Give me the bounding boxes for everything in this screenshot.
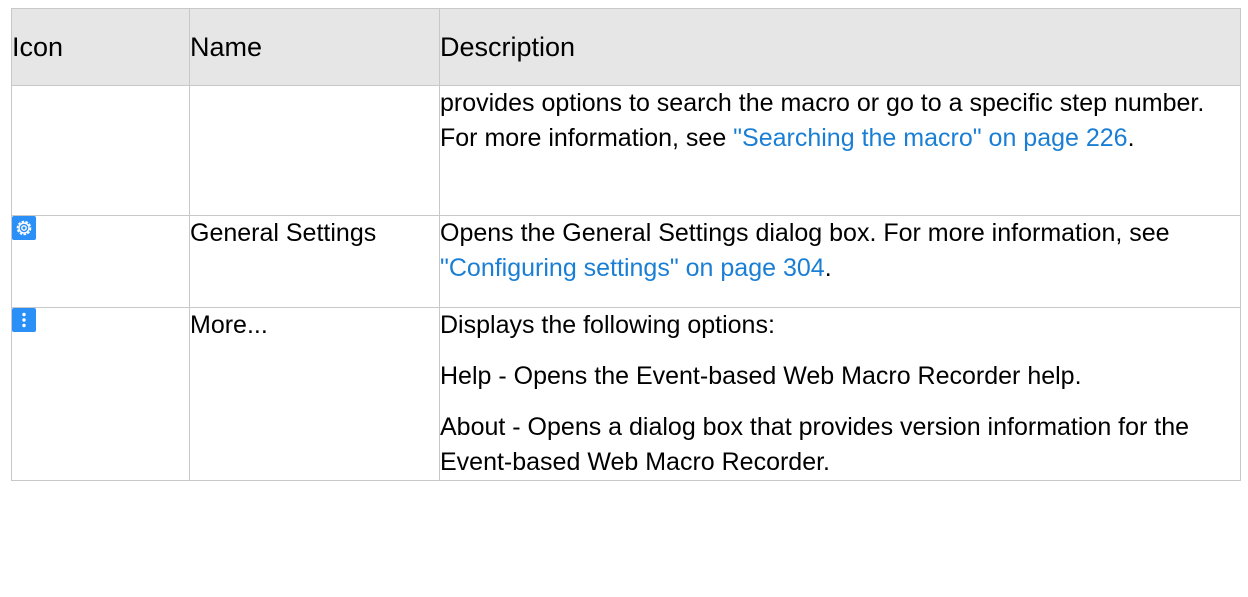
header-description: Description <box>439 8 1241 86</box>
searching-macro-link[interactable]: "Searching the macro" on page 226 <box>733 124 1127 152</box>
about-option-text: About - Opens a dialog box that provides… <box>440 413 1190 476</box>
header-name: Name <box>189 8 440 86</box>
name-cell: General Settings <box>189 215 440 308</box>
table-row: General Settings Opens the General Setti… <box>11 215 1241 308</box>
description-cell: Opens the General Settings dialog box. F… <box>439 215 1241 308</box>
icon-cell <box>11 307 190 481</box>
name-cell: More... <box>189 307 440 481</box>
configuring-settings-link[interactable]: "Configuring settings" on page 304 <box>440 254 825 282</box>
description-cell: provides options to search the macro or … <box>439 85 1241 216</box>
gear-icon <box>12 216 36 240</box>
table-row: provides options to search the macro or … <box>11 85 1241 216</box>
description-text: Opens the General Settings dialog box. F… <box>440 219 1170 282</box>
icon-cell <box>11 215 190 308</box>
description-intro: Displays the following options: <box>440 311 775 339</box>
table-row: More... Displays the following options: … <box>11 307 1241 481</box>
help-option-text: Help - Opens the Event-based Web Macro R… <box>440 362 1082 390</box>
description-text: provides options to search the macro or … <box>440 89 1205 152</box>
option-term: Help <box>440 362 492 390</box>
table-header-row: Icon Name Description <box>11 8 1241 86</box>
reference-table: Icon Name Description provides options t… <box>11 8 1241 481</box>
header-icon: Icon <box>11 8 190 86</box>
description-cell: Displays the following options: Help - O… <box>439 307 1241 481</box>
name-cell <box>189 85 440 216</box>
icon-cell <box>11 85 190 216</box>
more-vertical-icon <box>12 308 36 332</box>
option-term: About <box>440 413 506 441</box>
